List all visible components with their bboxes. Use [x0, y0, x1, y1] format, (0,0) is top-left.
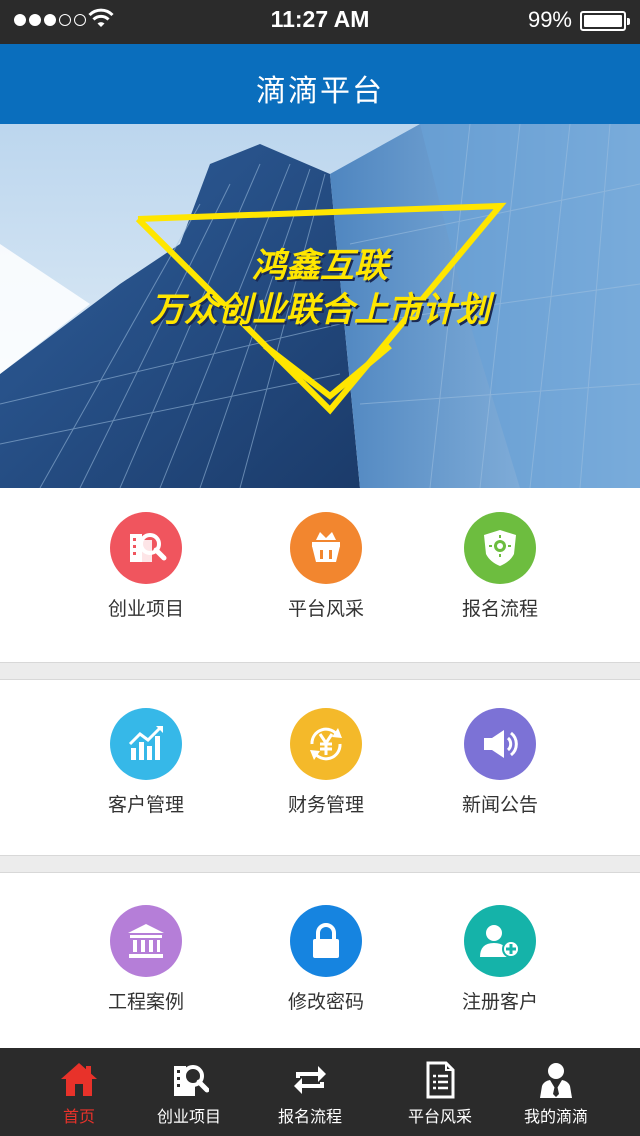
- tab-label: 报名流程: [277, 1107, 342, 1126]
- section-divider: [0, 662, 640, 680]
- banner-carousel[interactable]: 鸿鑫互联 万众创业联合上市计划: [0, 124, 640, 488]
- tab-project[interactable]: 创业项目: [125, 1048, 253, 1136]
- lock-icon: [290, 905, 362, 977]
- tab-label: 创业项目: [156, 1107, 221, 1126]
- banner-subheadline: 万众创业联合上市计划: [150, 290, 490, 330]
- battery-icon: [580, 11, 630, 31]
- document-icon: [426, 1061, 455, 1099]
- add-user-icon: [464, 905, 536, 977]
- menu-item-customer-management[interactable]: 客户管理: [56, 684, 236, 824]
- menu-item-change-password[interactable]: 修改密码: [236, 881, 416, 1021]
- chart-icon: [110, 708, 182, 780]
- status-bar: 11:27 AM 99%: [0, 0, 640, 44]
- banner-headline: 鸿鑫互联: [252, 246, 388, 286]
- bottom-tab-bar: 首页 创业项目 报名流程 平台风采 我的滴滴: [0, 1048, 640, 1136]
- tab-label: 平台风采: [407, 1107, 472, 1126]
- tab-my-didi[interactable]: 我的滴滴: [492, 1048, 620, 1136]
- menu-item-finance-management[interactable]: 财务管理: [236, 684, 416, 824]
- menu-grid-row-2: 客户管理 财务管理 新闻公告: [0, 680, 640, 855]
- menu-item-showcase[interactable]: 平台风采: [236, 488, 416, 628]
- project-search-icon: [110, 512, 182, 584]
- menu-item-signup-process[interactable]: 报名流程: [410, 488, 590, 628]
- menu-item-label: 新闻公告: [461, 794, 538, 816]
- bank-icon: [110, 905, 182, 977]
- section-divider: [0, 855, 640, 873]
- menu-grid-row-3: 工程案例 修改密码 注册客户: [0, 873, 640, 1048]
- menu-item-label: 注册客户: [461, 991, 538, 1013]
- menu-item-project[interactable]: 创业项目: [56, 488, 236, 628]
- menu-item-label: 平台风采: [287, 598, 364, 620]
- tab-home[interactable]: 首页: [15, 1048, 143, 1136]
- menu-grid-row-1: 创业项目 平台风采 报名流程: [0, 488, 640, 662]
- menu-item-label: 报名流程: [461, 598, 538, 620]
- tab-label: 我的滴滴: [523, 1107, 588, 1126]
- menu-item-label: 客户管理: [107, 794, 184, 816]
- tab-showcase[interactable]: 平台风采: [376, 1048, 504, 1136]
- home-icon: [61, 1063, 97, 1096]
- battery-percent: 99%: [527, 7, 572, 32]
- speaker-icon: [464, 708, 536, 780]
- user-icon: [540, 1063, 572, 1098]
- trophy-icon: [290, 512, 362, 584]
- menu-item-label: 创业项目: [107, 598, 184, 620]
- navigation-bar: 滴滴平台: [0, 44, 640, 124]
- menu-item-label: 修改密码: [287, 991, 364, 1013]
- project-search-icon: [174, 1065, 209, 1096]
- menu-item-label: 工程案例: [107, 991, 184, 1013]
- menu-item-label: 财务管理: [287, 794, 364, 816]
- tab-label: 首页: [62, 1107, 95, 1126]
- menu-item-news[interactable]: 新闻公告: [410, 684, 590, 824]
- shield-icon: [464, 512, 536, 584]
- page-title: 滴滴平台: [256, 74, 384, 109]
- yen-icon: [290, 708, 362, 780]
- menu-item-register-customer[interactable]: 注册客户: [410, 881, 590, 1021]
- tab-signup-process[interactable]: 报名流程: [246, 1048, 374, 1136]
- menu-item-engineering-cases[interactable]: 工程案例: [56, 881, 236, 1021]
- swap-icon: [294, 1066, 326, 1094]
